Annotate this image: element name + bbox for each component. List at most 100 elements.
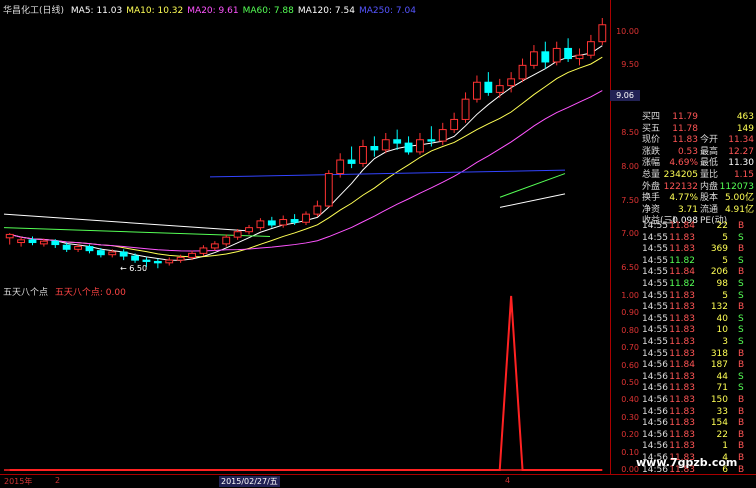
quote-panel: 买四 11.79 463 买五 11.78 149 现价 11.83 今开 11.34 涨跌 0.53… (640, 112, 756, 228)
candle (222, 234, 231, 247)
indicator-tick: 0.60 (621, 360, 639, 370)
time-axis-bar: 2015年 2 2015/02/27/五 4 (0, 474, 756, 488)
candle (256, 218, 265, 231)
trade-row: 14:56 11.83 44 S (642, 371, 744, 382)
indicator-tick: 0.50 (621, 378, 639, 387)
low-price-label: ← 6.50 (120, 264, 147, 273)
candle (495, 78, 504, 98)
date-label: 2015/02/27/五 (219, 476, 280, 487)
ma60-line-right (499, 173, 566, 198)
candle (302, 211, 310, 225)
price-tick: 6.50 (621, 263, 639, 273)
marker-left: 2 (55, 476, 61, 485)
trade-row: 14:55 11.83 5 S (642, 290, 744, 301)
stock-title: 华昌化工(日线) (3, 6, 65, 16)
candle (404, 136, 413, 155)
ma-label: MA60: 7.88 (242, 6, 294, 16)
indicator-tick: 0.40 (621, 395, 639, 405)
candle (119, 249, 128, 261)
ma5-line (9, 45, 603, 261)
ma-label: MA5: 11.03 (70, 6, 123, 16)
candle (381, 132, 390, 154)
candle (473, 75, 481, 103)
trade-row: 14:56 11.83 22 B (642, 429, 745, 440)
trade-row: 14:55 11.83 40 S (642, 313, 744, 324)
candle (313, 200, 322, 217)
candle (153, 258, 162, 269)
quote-row: 买五 11.78 149 (642, 123, 754, 134)
candle (324, 170, 333, 208)
price-tick: 8.00 (621, 161, 639, 171)
candle (484, 72, 493, 96)
candle (530, 45, 538, 69)
candle (5, 233, 14, 245)
candle (586, 34, 595, 59)
trade-row: 14:55 11.83 5 S (642, 232, 744, 243)
price-tick: 7.00 (621, 229, 639, 239)
ma10-line (9, 56, 603, 258)
trade-row: 14:55 11.82 98 S (642, 279, 744, 289)
indicator-line (9, 295, 603, 471)
price-tick: 10.00 (616, 26, 639, 36)
indicator-tick: 0.30 (621, 412, 639, 422)
quote-row: 买四 11.79 463 (642, 112, 754, 122)
candle (199, 245, 208, 257)
ma-label: MA10: 10.32 (126, 6, 184, 16)
ma60-line (3, 227, 271, 237)
candle (541, 41, 550, 69)
price-chart[interactable]: ← 6.50 华昌化工(日线) MA5: 11.03 MA10: 10.32 MA2… (0, 0, 610, 282)
quote-row: 换手 4.77% 股本 5.00亿 (642, 193, 754, 204)
ma250-line (209, 169, 566, 178)
candle (393, 129, 402, 150)
indicator-header: 五天八个点 五天八个点: 0.00 (3, 285, 130, 298)
indicator-tick: 0.90 (621, 308, 639, 318)
trade-row: 14:55 11.83 318 B (642, 348, 745, 359)
candle (359, 139, 367, 167)
candle (416, 132, 424, 155)
trade-row: 14:55 11.83 369 B (642, 244, 745, 255)
candlestick-chart[interactable]: ← 6.50 (0, 0, 610, 282)
quote-row: 净资 3.71 流通 4.91亿 (642, 204, 754, 215)
quote-row: 现价 11.83 今开 11.34 (642, 135, 754, 146)
price-marker: 9.06 (610, 90, 640, 102)
quote-row: 总量 234205 量比 1.15 (642, 169, 754, 180)
trade-row: 14:56 11.83 1 B (642, 441, 745, 452)
candle (598, 18, 607, 46)
candle (28, 236, 37, 246)
candle (518, 58, 527, 83)
watermark: www.7gpzb.com (636, 456, 738, 469)
candle (564, 38, 573, 62)
candle (17, 237, 26, 247)
indicator-tick: 0.70 (621, 343, 639, 353)
quote-row: 外盘 122132 内盘 112073 (642, 181, 754, 192)
ma-legend: MA5: 11.03 MA10: 10.32 MA20: 9.61 MA60: 7.8… (71, 6, 420, 16)
indicator-tick: 0.80 (621, 325, 639, 335)
trade-row: 14:56 11.83 150 B (642, 395, 745, 405)
indicator-plot[interactable] (0, 282, 610, 474)
indicator-value: 五天八个点: 0.00 (54, 288, 126, 298)
price-axis: 10.009.509.008.508.007.507.006.501.000.9… (610, 0, 641, 474)
candle (552, 41, 561, 66)
quote-row: 涨跌 0.53 最高 12.27 (642, 146, 754, 157)
trade-row: 14:55 11.83 10 S (642, 325, 744, 336)
trade-row: 14:55 11.84 22 B (642, 221, 745, 231)
trade-row: 14:55 11.83 132 B (642, 302, 745, 313)
indicator-name: 五天八个点 (3, 288, 49, 298)
ma-label: MA20: 9.61 (187, 6, 239, 16)
candle (245, 224, 253, 235)
candle (347, 146, 356, 169)
trade-row: 14:56 11.83 71 S (642, 383, 744, 394)
trade-row: 14:56 11.83 154 B (642, 418, 745, 429)
ma120-line-right (499, 193, 566, 208)
candle (165, 257, 174, 266)
trade-row: 14:55 11.83 3 S (642, 337, 744, 347)
indicator-tick: 0.20 (621, 430, 639, 440)
quote-row: 涨幅 4.69% 最低 11.30 (642, 158, 754, 169)
price-tick: 7.50 (621, 195, 639, 205)
trade-row: 14:55 11.82 5 S (642, 255, 744, 266)
candle (450, 112, 459, 133)
ma-label: MA250: 7.04 (358, 6, 416, 16)
trade-row: 14:55 11.84 206 B (642, 267, 745, 278)
year-label: 2015年 (4, 477, 33, 486)
indicator-chart[interactable]: 五天八个点 五天八个点: 0.00 (0, 282, 610, 474)
